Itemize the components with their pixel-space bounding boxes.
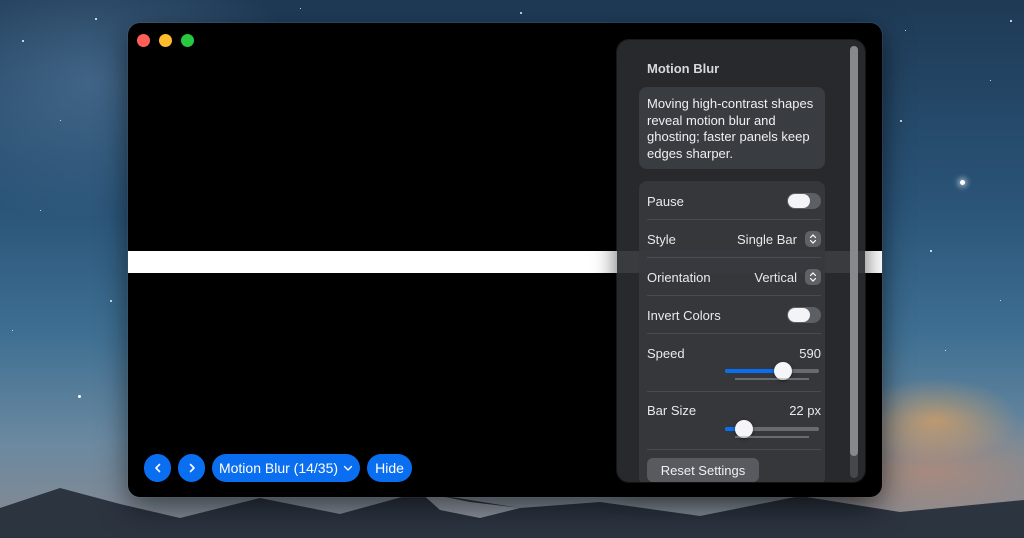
maximize-window-button[interactable]: [181, 34, 194, 47]
speed-row: Speed 590: [647, 343, 821, 363]
bar-size-slider[interactable]: [725, 420, 819, 438]
speed-label: Speed: [647, 345, 685, 361]
divider: [647, 219, 821, 220]
divider: [647, 333, 821, 334]
bar-size-label: Bar Size: [647, 402, 697, 418]
pause-row: Pause: [647, 191, 821, 211]
speed-value: 590: [799, 345, 821, 361]
style-row: Style Single Bar: [647, 229, 821, 249]
settings-group: Pause Style Single Bar Orientation Verti…: [639, 181, 825, 482]
description-box: Moving high-contrast shapes reveal motio…: [639, 87, 825, 169]
pause-toggle[interactable]: [787, 193, 821, 209]
orientation-row: Orientation Vertical: [647, 267, 821, 287]
orientation-label: Orientation: [647, 269, 711, 285]
panel-scrollbar-thumb[interactable]: [850, 46, 858, 456]
reset-settings-label: Reset Settings: [660, 462, 746, 478]
next-demo-button[interactable]: [178, 454, 205, 482]
bar-size-slider-ticks: [735, 436, 809, 438]
invert-colors-label: Invert Colors: [647, 307, 721, 323]
reset-settings-button[interactable]: Reset Settings: [647, 458, 759, 482]
divider: [647, 295, 821, 296]
minimize-window-button[interactable]: [159, 34, 172, 47]
demo-select[interactable]: Motion Blur (14/35): [212, 454, 360, 482]
divider: [647, 257, 821, 258]
demo-select-label: Motion Blur (14/35): [218, 460, 339, 476]
style-label: Style: [647, 231, 676, 247]
up-down-chevron-icon: [805, 269, 821, 285]
description-text: Moving high-contrast shapes reveal motio…: [647, 96, 814, 161]
chevron-left-icon: [154, 463, 160, 473]
chevron-right-icon: [189, 463, 195, 473]
speed-slider[interactable]: [725, 362, 819, 380]
chevron-down-icon: [343, 465, 353, 471]
orientation-popup[interactable]: Vertical: [754, 269, 821, 285]
hide-button-label: Hide: [375, 460, 404, 476]
bar-size-value: 22 px: [789, 402, 821, 418]
bar-size-row: Bar Size 22 px: [647, 400, 821, 420]
style-popup[interactable]: Single Bar: [737, 231, 821, 247]
up-down-chevron-icon: [805, 231, 821, 247]
orientation-value: Vertical: [754, 269, 797, 285]
hide-button[interactable]: Hide: [367, 454, 412, 482]
invert-colors-row: Invert Colors: [647, 305, 821, 325]
previous-demo-button[interactable]: [144, 454, 171, 482]
style-value: Single Bar: [737, 231, 797, 247]
settings-panel: Motion Blur Moving high-contrast shapes …: [617, 40, 865, 482]
panel-scrollbar[interactable]: [850, 46, 858, 478]
invert-colors-toggle[interactable]: [787, 307, 821, 323]
divider: [647, 391, 821, 392]
panel-title: Motion Blur: [647, 61, 720, 76]
speed-slider-ticks: [735, 378, 809, 380]
close-window-button[interactable]: [137, 34, 150, 47]
divider: [647, 449, 821, 450]
pause-label: Pause: [647, 193, 684, 209]
